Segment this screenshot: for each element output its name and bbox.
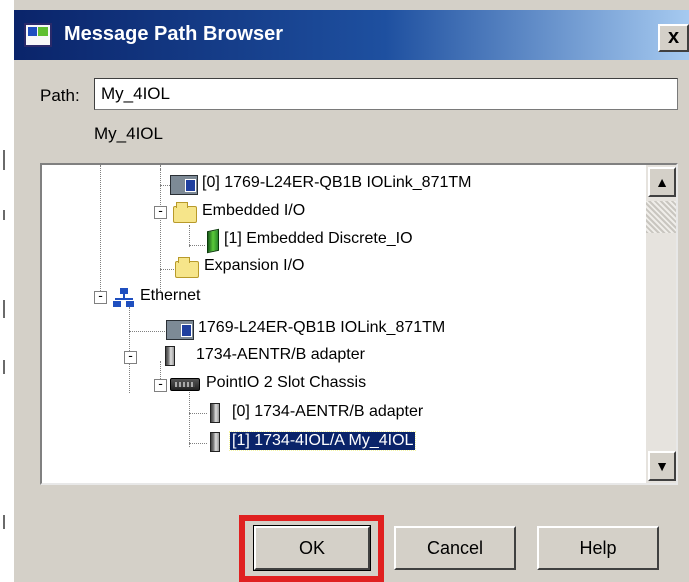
tree-item[interactable]: 1769-L24ER-QB1B IOLink_871TM <box>42 318 642 342</box>
tree-item[interactable]: - PointIO 2 Slot Chassis <box>42 373 642 397</box>
tree-item-label: Expansion I/O <box>204 257 305 274</box>
tree-item-label: [0] 1734-AENTR/B adapter <box>232 403 424 420</box>
scroll-down-button[interactable]: ▼ <box>648 451 676 481</box>
tree-item-label: 1734-AENTR/B adapter <box>196 346 365 363</box>
resolved-path-text: My_4IOL <box>94 124 163 143</box>
controller-icon <box>170 175 198 195</box>
tree-item[interactable]: - Embedded I/O <box>42 201 642 225</box>
tree-item-selected[interactable]: [1] 1734-4IOL/A My_4IOL <box>42 431 642 455</box>
path-tree[interactable]: [0] 1769-L24ER-QB1B IOLink_871TM - Embed… <box>40 163 678 485</box>
close-button[interactable]: x <box>658 24 689 52</box>
module-icon <box>165 346 175 366</box>
tree-item-label: Embedded I/O <box>202 202 306 219</box>
scroll-up-button[interactable]: ▲ <box>648 167 676 197</box>
chassis-icon <box>170 378 200 391</box>
help-button[interactable]: Help <box>537 526 659 570</box>
tree-item-label: 1769-L24ER-QB1B IOLink_871TM <box>198 319 446 336</box>
collapse-toggle-icon[interactable]: - <box>154 205 167 219</box>
tree-item[interactable]: - 1734-AENTR/B adapter <box>42 345 642 369</box>
tree-item[interactable]: [0] 1769-L24ER-QB1B IOLink_871TM <box>42 173 642 197</box>
cancel-button[interactable]: Cancel <box>394 526 516 570</box>
io-module-icon <box>207 228 219 254</box>
ok-button[interactable]: OK <box>253 525 371 571</box>
tree-item[interactable]: - Ethernet <box>42 286 642 310</box>
tree-item-label: Ethernet <box>140 287 201 304</box>
tree-item[interactable]: Expansion I/O <box>42 256 642 280</box>
collapse-toggle-icon[interactable]: - <box>154 378 167 392</box>
tree-item-label: [1] Embedded Discrete_IO <box>224 230 413 247</box>
tree-item[interactable]: [1] Embedded Discrete_IO <box>42 228 642 254</box>
tree-item-label: PointIO 2 Slot Chassis <box>206 374 367 391</box>
folder-icon <box>175 257 199 278</box>
background-window-edge <box>0 0 14 582</box>
message-path-browser-dialog: Message Path Browser x Path: My_4IOL [0]… <box>14 0 689 582</box>
tree-item-label: [0] 1769-L24ER-QB1B IOLink_871TM <box>202 174 472 191</box>
network-icon <box>113 288 135 308</box>
module-icon <box>210 432 220 452</box>
collapse-toggle-icon[interactable]: - <box>94 290 107 304</box>
module-icon <box>210 403 220 423</box>
path-label: Path: <box>40 86 80 105</box>
path-input[interactable] <box>94 78 678 110</box>
window-title: Message Path Browser <box>64 23 283 45</box>
tree-item[interactable]: [0] 1734-AENTR/B adapter <box>42 402 642 426</box>
tree-item-label: [1] 1734-4IOL/A My_4IOL <box>228 431 417 451</box>
folder-open-icon <box>173 202 197 223</box>
controller-icon <box>166 320 194 340</box>
app-icon <box>24 23 52 47</box>
scrollbar-thumb[interactable] <box>646 201 676 233</box>
collapse-toggle-icon[interactable]: - <box>124 350 137 364</box>
title-bar[interactable]: Message Path Browser x <box>14 10 689 60</box>
